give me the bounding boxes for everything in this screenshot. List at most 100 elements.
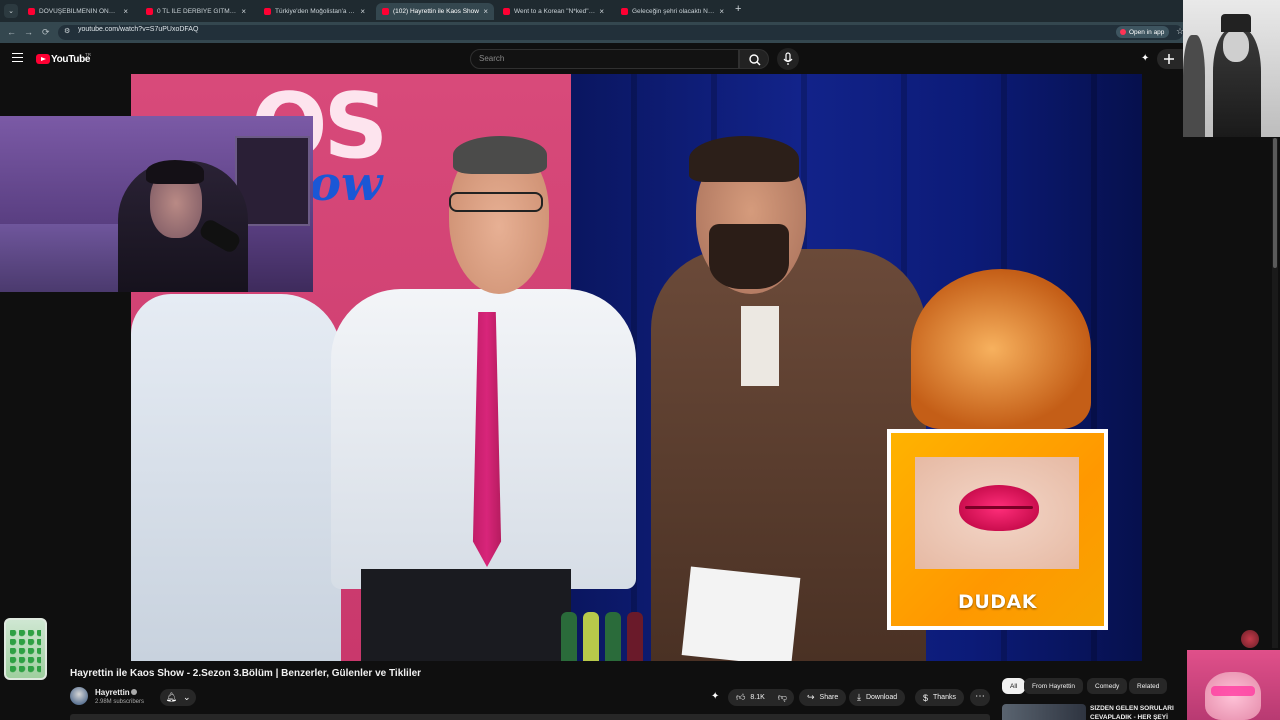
browser-tab[interactable]: Geleceğin şehri olacaktı Neom × [615, 3, 730, 20]
search-placeholder: Search [479, 54, 505, 63]
channel-badge-icon [1241, 630, 1259, 648]
browser-tab[interactable]: 0 TL İLE DERBİYE GİTMEK ! ( TÜ × [140, 3, 252, 20]
close-tab-icon[interactable]: × [241, 7, 246, 16]
ask-icon[interactable]: ✦ [711, 691, 719, 702]
show-logo-script: ow [309, 156, 383, 212]
verified-icon [131, 689, 137, 695]
webcam-bed [0, 224, 130, 292]
share-label: Share [819, 694, 839, 701]
youtube-favicon-icon [382, 8, 389, 15]
host-glasses [449, 192, 543, 212]
country-code: TR [85, 52, 91, 57]
chip-comedy[interactable]: Comedy [1087, 678, 1128, 694]
historical-photo-overlay [1183, 0, 1280, 137]
youtube-favicon-icon [28, 8, 35, 15]
forward-icon[interactable]: → [24, 27, 33, 37]
url-text[interactable]: youtube.com/watch?v=S7uPUxoDFAQ [78, 26, 198, 33]
browser-tab[interactable]: Türkiye'den Moğolistan'a Yürüş × [258, 3, 371, 20]
like-count[interactable]: 8.1K [750, 694, 764, 701]
close-tab-icon[interactable]: × [483, 7, 488, 16]
lips-photo [915, 457, 1079, 569]
download-icon: ⤓ [857, 692, 861, 702]
address-bar[interactable] [58, 25, 1183, 40]
recommended-title[interactable]: SİZDEN GELEN SORULARI CEVAPLADIK - HER Ş… [1090, 705, 1182, 720]
share-icon: ↪ [807, 692, 815, 702]
photo-face [1223, 30, 1249, 62]
chevron-down-icon: ⌄ [182, 692, 191, 702]
close-tab-icon[interactable]: × [719, 7, 724, 16]
word-card-background: DUDAK [891, 433, 1104, 626]
subscriber-count: 2.98M subscribers [95, 699, 145, 705]
person-back-left [131, 294, 341, 661]
youtube-logo-icon[interactable] [36, 54, 50, 64]
tab-title: (102) Hayrettin ile Kaos Show [393, 8, 479, 15]
download-button[interactable]: ⤓ Download [849, 689, 906, 706]
dislike-icon[interactable]: 👎︎ [778, 692, 787, 703]
bottles [561, 612, 671, 661]
close-tab-icon[interactable]: × [599, 7, 604, 16]
word-card-label: DUDAK [958, 591, 1037, 613]
tab-search-icon[interactable]: ⌄ [4, 4, 18, 18]
like-dislike-group: 👍︎ 8.1K 👎︎ [728, 689, 794, 706]
search-button[interactable] [739, 49, 769, 69]
sparkle-icon[interactable]: ✦ [1141, 53, 1149, 64]
tab-title: Geleceğin şehri olacaktı Neom [632, 8, 716, 15]
search-icon [749, 54, 761, 66]
description-box[interactable] [70, 714, 990, 720]
word-card: DUDAK [887, 429, 1108, 630]
notification-bell-button[interactable]: 🔔︎ ⌄ [160, 689, 196, 706]
tab-title: Türkiye'den Moğolistan'a Yürüş [275, 8, 357, 15]
reload-icon[interactable]: ⟳ [42, 27, 50, 38]
guest-shirt [741, 306, 779, 386]
youtube-favicon-icon [264, 8, 271, 15]
cup-overlay [4, 618, 47, 680]
youtube-favicon-icon [146, 8, 153, 15]
more-actions-button[interactable]: ⋯ [970, 689, 990, 706]
channel-name[interactable]: Hayrettin [95, 688, 130, 697]
chip-related[interactable]: Related [1129, 678, 1168, 694]
photo-hat [1221, 14, 1251, 32]
back-icon[interactable]: ← [7, 27, 16, 37]
browser-tab-strip: ⌄ DÖVÜŞEBİLMENİN ÖNEMİ! He × 0 TL İLE DE… [0, 0, 1280, 22]
scrollbar-thumb[interactable] [1273, 138, 1277, 268]
browser-tab[interactable]: DÖVÜŞEBİLMENİN ÖNEMİ! He × [22, 3, 134, 20]
youtube-favicon-icon [503, 8, 510, 15]
host-pants [361, 569, 571, 661]
paper-sheet [681, 566, 801, 661]
close-tab-icon[interactable]: × [360, 7, 365, 16]
new-tab-button[interactable]: + [735, 3, 741, 15]
avatar[interactable] [70, 687, 88, 705]
menu-icon[interactable] [12, 53, 23, 62]
browser-tab[interactable]: Went to a Korean "N*ked" Bath × [497, 3, 610, 20]
site-info-icon[interactable]: ⚙ [64, 27, 70, 35]
like-icon[interactable]: 👍︎ [736, 692, 745, 703]
tab-title: Went to a Korean "N*ked" Bath [514, 8, 596, 15]
cat-gif-overlay [1187, 650, 1280, 720]
lips-icon [959, 485, 1039, 531]
share-button[interactable]: ↪ Share [799, 689, 847, 706]
bell-icon: 🔔︎ [165, 692, 177, 702]
guest-beard [709, 224, 789, 289]
stage-lamp [911, 269, 1091, 429]
tab-title: DÖVÜŞEBİLMENİN ÖNEMİ! He [39, 8, 119, 15]
host-hair [453, 136, 547, 174]
cat-head [1205, 672, 1261, 720]
thanks-icon: $ [923, 692, 929, 703]
youtube-favicon-icon [621, 8, 628, 15]
chip-from-channel[interactable]: From Hayrettin [1024, 678, 1083, 694]
browser-tab-active[interactable]: (102) Hayrettin ile Kaos Show × [376, 3, 494, 20]
search-input[interactable] [470, 49, 739, 69]
chip-all[interactable]: All [1002, 678, 1026, 694]
cat-glasses [1211, 686, 1255, 696]
download-label: Download [865, 694, 898, 701]
open-in-app-button[interactable]: Open in app [1116, 26, 1170, 38]
voice-search-button[interactable] [777, 48, 799, 70]
streamer-webcam [0, 116, 313, 292]
thanks-button[interactable]: $ Thanks [915, 689, 964, 706]
recommended-thumbnail[interactable] [1002, 704, 1086, 720]
guest-hair [689, 136, 799, 182]
close-tab-icon[interactable]: × [123, 7, 128, 16]
streamer-hair [146, 160, 204, 184]
thanks-label: Thanks [933, 694, 956, 701]
tab-title: 0 TL İLE DERBİYE GİTMEK ! ( TÜ [157, 8, 238, 15]
